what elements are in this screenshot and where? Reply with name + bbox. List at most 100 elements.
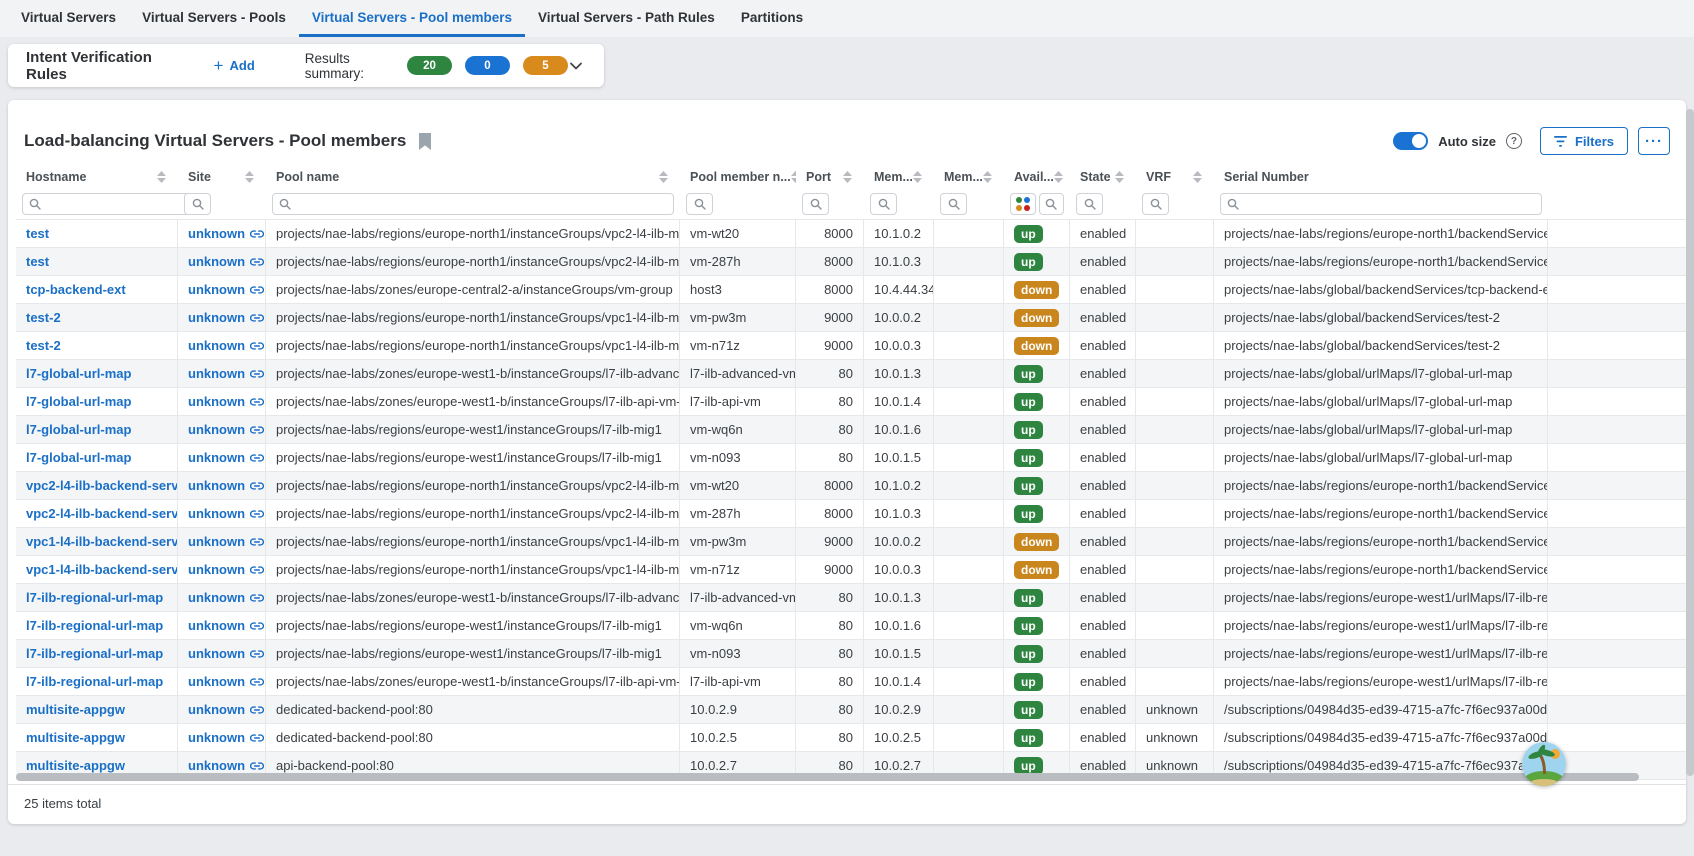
hostname-link[interactable]: l7-ilb-regional-url-map bbox=[26, 674, 163, 689]
sort-icon[interactable] bbox=[983, 171, 992, 183]
serial-search-box[interactable] bbox=[1220, 193, 1542, 215]
hostname-link[interactable]: l7-global-url-map bbox=[26, 450, 131, 465]
filter-cell-state bbox=[1070, 189, 1136, 219]
sort-icon[interactable] bbox=[843, 171, 852, 183]
hostname-link[interactable]: l7-global-url-map bbox=[26, 394, 131, 409]
add-rule-button[interactable]: + Add bbox=[214, 57, 255, 74]
site-link[interactable]: unknown bbox=[188, 478, 264, 493]
tab-partitions[interactable]: Partitions bbox=[728, 0, 816, 37]
sort-icon[interactable] bbox=[1115, 171, 1124, 183]
tab-virtual-servers-pools[interactable]: Virtual Servers - Pools bbox=[129, 0, 299, 37]
results-badge-passed[interactable]: 20 bbox=[407, 56, 452, 75]
pool-search-input[interactable] bbox=[295, 197, 667, 211]
cell-mem1: 10.0.2.9 bbox=[864, 696, 934, 723]
hostname-link[interactable]: tcp-backend-ext bbox=[26, 282, 126, 297]
site-link[interactable]: unknown bbox=[188, 646, 264, 661]
horizontal-scrollbar-thumb[interactable] bbox=[16, 773, 1639, 781]
hostname-search-input[interactable] bbox=[45, 197, 200, 211]
sort-icon[interactable] bbox=[1054, 171, 1063, 183]
hostname-link[interactable]: vpc1-l4-ilb-backend-service bbox=[26, 534, 178, 549]
site-link[interactable]: unknown bbox=[188, 310, 264, 325]
state-search-box[interactable] bbox=[1076, 193, 1103, 215]
serial-search-input[interactable] bbox=[1243, 197, 1535, 211]
cell-avail: up bbox=[1004, 472, 1070, 499]
column-header-site[interactable]: Site bbox=[178, 164, 266, 189]
column-header-avail[interactable]: Avail... bbox=[1004, 164, 1070, 189]
column-header-port[interactable]: Port bbox=[796, 164, 864, 189]
cell-pool: projects/nae-labs/regions/europe-west1/i… bbox=[266, 612, 680, 639]
site-link[interactable]: unknown bbox=[188, 534, 264, 549]
hostname-link[interactable]: test-2 bbox=[26, 338, 61, 353]
column-header-serial[interactable]: Serial Number bbox=[1214, 164, 1548, 189]
column-header-pool[interactable]: Pool name bbox=[266, 164, 680, 189]
mem2-search-box[interactable] bbox=[940, 193, 967, 215]
column-header-mem2[interactable]: Mem... bbox=[934, 164, 1004, 189]
site-link[interactable]: unknown bbox=[188, 730, 264, 745]
column-header-vrf[interactable]: VRF bbox=[1136, 164, 1214, 189]
column-header-state[interactable]: State bbox=[1070, 164, 1136, 189]
site-link[interactable]: unknown bbox=[188, 562, 264, 577]
column-header-mem1[interactable]: Mem... bbox=[864, 164, 934, 189]
hostname-link[interactable]: l7-ilb-regional-url-map bbox=[26, 590, 163, 605]
site-link[interactable]: unknown bbox=[188, 422, 264, 437]
member-search-box[interactable] bbox=[686, 193, 713, 215]
bookmark-icon[interactable] bbox=[418, 133, 432, 150]
hostname-link[interactable]: l7-ilb-regional-url-map bbox=[26, 646, 163, 661]
column-header-hostname[interactable]: Hostname bbox=[16, 164, 178, 189]
cell-state: enabled bbox=[1070, 528, 1136, 555]
filters-button[interactable]: Filters bbox=[1540, 127, 1628, 155]
availability-filter-button[interactable] bbox=[1010, 193, 1036, 215]
mem1-search-box[interactable] bbox=[870, 193, 897, 215]
site-link[interactable]: unknown bbox=[188, 394, 264, 409]
sort-icon[interactable] bbox=[1193, 171, 1202, 183]
hostname-link[interactable]: multisite-appgw bbox=[26, 758, 125, 773]
sort-icon[interactable] bbox=[245, 171, 254, 183]
vertical-scrollbar[interactable] bbox=[1686, 109, 1694, 776]
more-options-button[interactable]: ··· bbox=[1638, 127, 1670, 155]
tab-virtual-servers-path-rules[interactable]: Virtual Servers - Path Rules bbox=[525, 0, 728, 37]
site-link[interactable]: unknown bbox=[188, 226, 264, 241]
hostname-link[interactable]: test-2 bbox=[26, 310, 61, 325]
port-search-box[interactable] bbox=[802, 193, 829, 215]
hostname-link[interactable]: l7-global-url-map bbox=[26, 422, 131, 437]
sort-icon[interactable] bbox=[659, 171, 668, 183]
hostname-link[interactable]: test bbox=[26, 226, 49, 241]
site-link[interactable]: unknown bbox=[188, 450, 264, 465]
site-link[interactable]: unknown bbox=[188, 758, 264, 773]
results-badge-info[interactable]: 0 bbox=[465, 56, 510, 75]
vrf-search-box[interactable] bbox=[1142, 193, 1169, 215]
horizontal-scrollbar[interactable] bbox=[16, 773, 1672, 781]
site-link[interactable]: unknown bbox=[188, 366, 264, 381]
site-link[interactable]: unknown bbox=[188, 254, 264, 269]
results-badge-warning[interactable]: 5 bbox=[523, 56, 568, 75]
hostname-link[interactable]: test bbox=[26, 254, 49, 269]
hostname-link[interactable]: multisite-appgw bbox=[26, 730, 125, 745]
sort-icon[interactable] bbox=[157, 171, 166, 183]
sort-icon[interactable] bbox=[913, 171, 922, 183]
cell-state: enabled bbox=[1070, 472, 1136, 499]
site-link[interactable]: unknown bbox=[188, 282, 264, 297]
site-search-box[interactable] bbox=[184, 193, 211, 215]
site-link[interactable]: unknown bbox=[188, 674, 264, 689]
site-link[interactable]: unknown bbox=[188, 590, 264, 605]
hostname-link[interactable]: multisite-appgw bbox=[26, 702, 125, 717]
auto-size-toggle[interactable] bbox=[1393, 132, 1428, 150]
column-header-member[interactable]: Pool member n... bbox=[680, 164, 796, 189]
hostname-link[interactable]: l7-ilb-regional-url-map bbox=[26, 618, 163, 633]
chevron-down-icon[interactable] bbox=[568, 58, 584, 74]
vertical-scrollbar-thumb[interactable] bbox=[1686, 109, 1694, 776]
hostname-link[interactable]: l7-global-url-map bbox=[26, 366, 131, 381]
avail-search-box[interactable] bbox=[1039, 193, 1065, 215]
hostname-link[interactable]: vpc2-l4-ilb-backend-service bbox=[26, 478, 178, 493]
tab-virtual-servers[interactable]: Virtual Servers bbox=[8, 0, 129, 37]
site-link[interactable]: unknown bbox=[188, 506, 264, 521]
site-link[interactable]: unknown bbox=[188, 338, 264, 353]
site-link[interactable]: unknown bbox=[188, 702, 264, 717]
tab-virtual-servers-pool-members[interactable]: Virtual Servers - Pool members bbox=[299, 0, 525, 37]
site-link[interactable]: unknown bbox=[188, 618, 264, 633]
pool-search-box[interactable] bbox=[272, 193, 674, 215]
cell-pool: projects/nae-labs/regions/europe-north1/… bbox=[266, 248, 680, 275]
help-icon[interactable]: ? bbox=[1506, 133, 1522, 149]
hostname-link[interactable]: vpc2-l4-ilb-backend-service bbox=[26, 506, 178, 521]
hostname-link[interactable]: vpc1-l4-ilb-backend-service bbox=[26, 562, 178, 577]
